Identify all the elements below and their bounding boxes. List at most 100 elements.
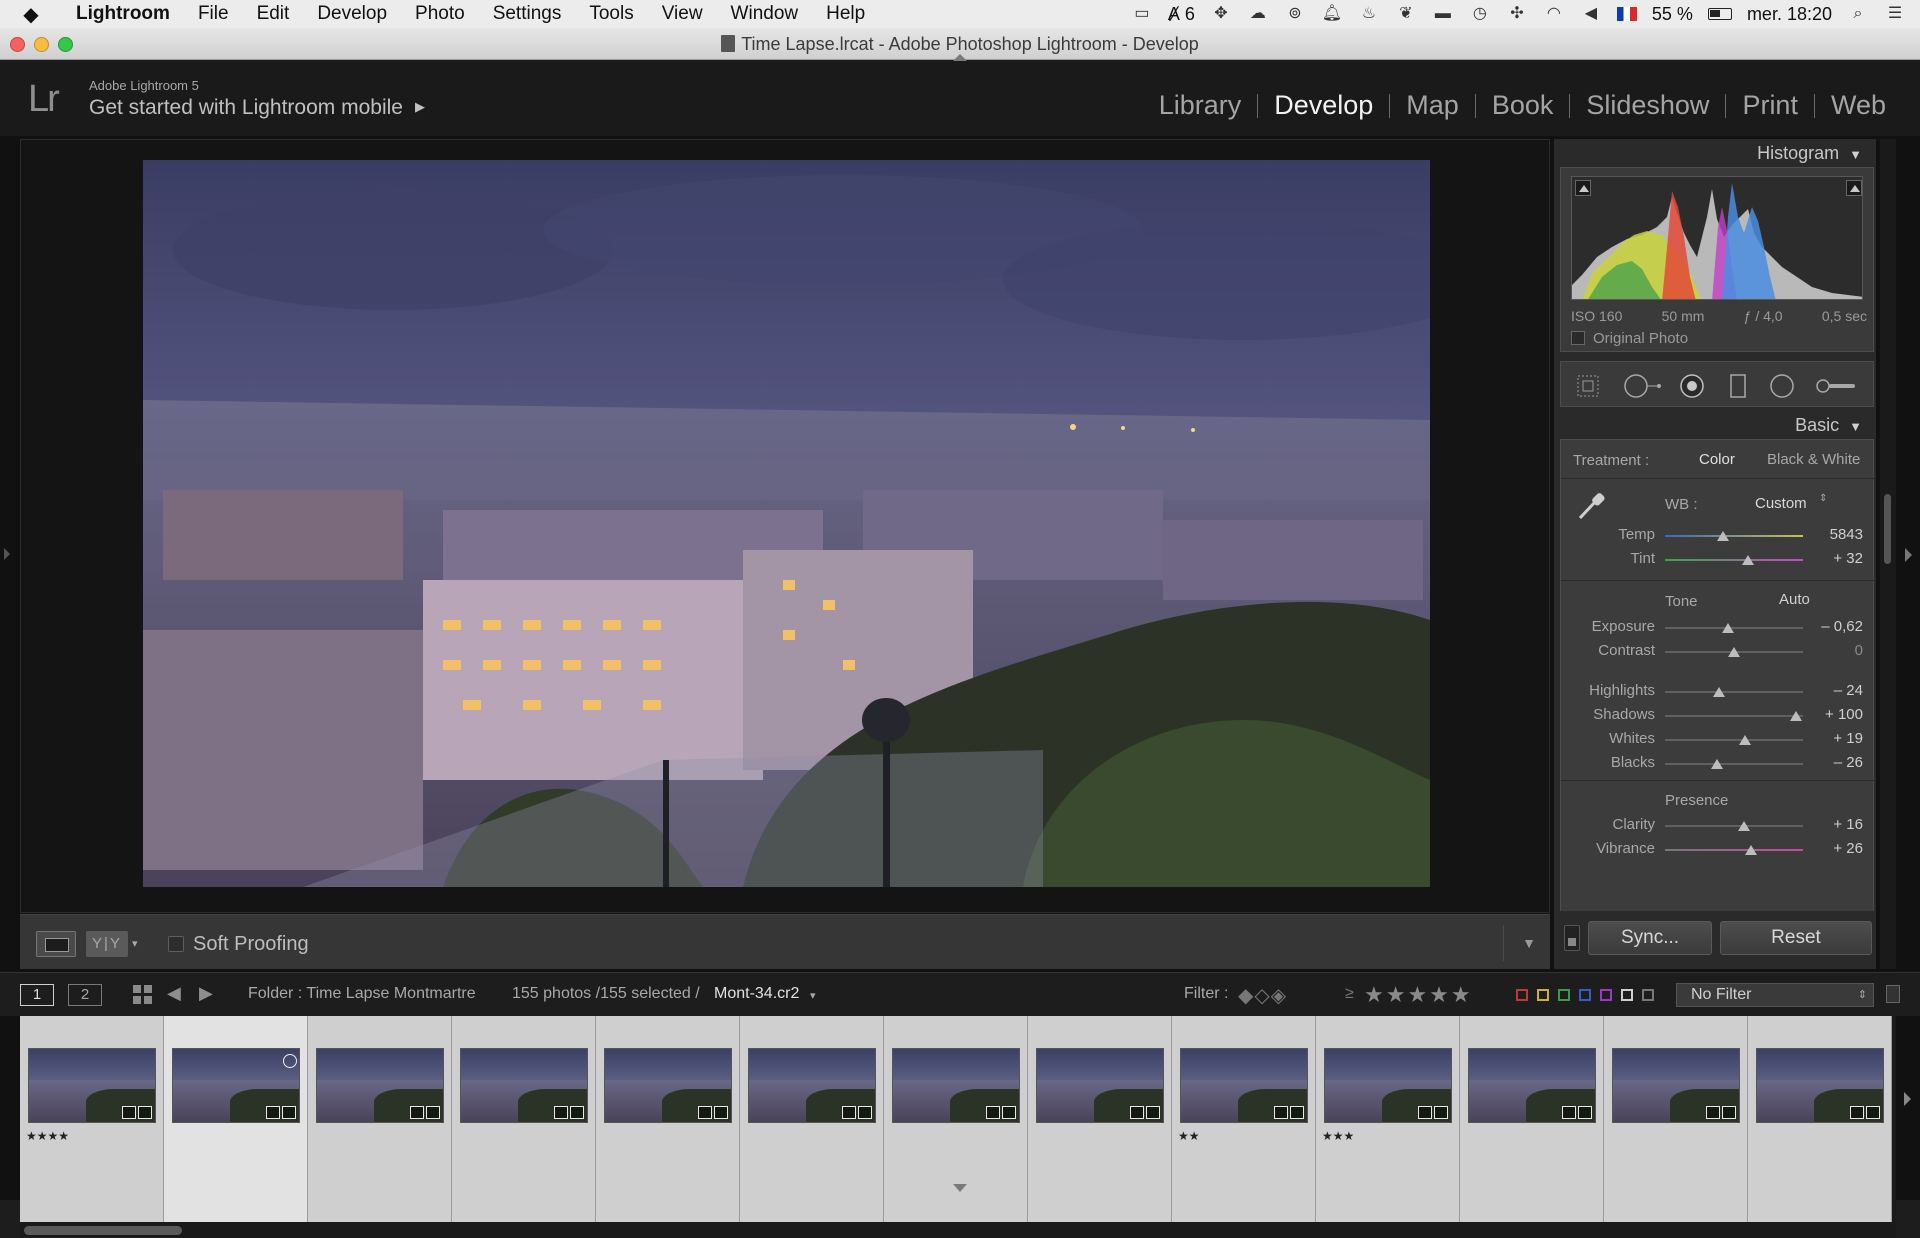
filmstrip-scroll-right-icon[interactable]: [1904, 1092, 1911, 1106]
contrast-value[interactable]: 0: [1803, 642, 1863, 659]
loupe-view-button[interactable]: [36, 931, 76, 957]
top-panel-toggle-icon[interactable]: [953, 54, 967, 61]
folder-source[interactable]: Folder : Time Lapse Montmartre: [248, 985, 476, 1003]
exposure-value[interactable]: – 0,62: [1803, 618, 1863, 635]
no-label-filter[interactable]: [1642, 989, 1654, 1001]
filmstrip-cell[interactable]: [1604, 1016, 1748, 1222]
flag-filter-icons[interactable]: ◆◇◈: [1238, 983, 1287, 1008]
shadow-clipping-toggle[interactable]: [1575, 180, 1591, 196]
eyedropper-icon[interactable]: [1575, 490, 1607, 522]
filmstrip-thumbnail[interactable]: [1612, 1048, 1740, 1123]
vibrance-slider-knob[interactable]: [1744, 845, 1757, 855]
vibrance-value[interactable]: + 26: [1803, 840, 1863, 857]
clock-icon[interactable]: ◷: [1469, 5, 1491, 23]
filter-lock-icon[interactable]: [1886, 985, 1900, 1003]
filmstrip-cell[interactable]: [308, 1016, 452, 1222]
bell-icon[interactable]: 🔔︎: [1321, 5, 1343, 23]
back-arrow-icon[interactable]: ◀: [167, 983, 181, 1004]
shadows-slider-track[interactable]: [1665, 715, 1803, 717]
module-develop[interactable]: Develop: [1258, 90, 1389, 121]
highlights-slider-track[interactable]: [1665, 691, 1803, 693]
adobe-icon[interactable]: Ⱥ 6: [1168, 4, 1195, 25]
filmstrip-thumbnail[interactable]: [28, 1048, 156, 1123]
filmstrip-thumbnail[interactable]: [1468, 1048, 1596, 1123]
tint-slider-knob[interactable]: [1741, 555, 1754, 565]
filmstrip-cell[interactable]: ★★: [1172, 1016, 1316, 1222]
filmstrip-cell[interactable]: [1460, 1016, 1604, 1222]
close-window-button[interactable]: [10, 37, 25, 52]
battery-icon[interactable]: [1707, 8, 1732, 20]
wb-select[interactable]: Custom: [1755, 495, 1807, 512]
battery-text[interactable]: 55 %: [1652, 4, 1693, 25]
menu-edit[interactable]: Edit: [243, 3, 304, 25]
evernote-icon[interactable]: ❦: [1395, 5, 1417, 23]
shadows-value[interactable]: + 100: [1803, 706, 1863, 723]
contrast-slider-knob[interactable]: [1728, 647, 1740, 657]
filmstrip-cell[interactable]: [1028, 1016, 1172, 1222]
menu-app[interactable]: Lightroom: [62, 3, 184, 25]
left-panel-toggle-icon[interactable]: [4, 548, 10, 560]
tint-slider-track[interactable]: [1665, 559, 1803, 561]
redeye-icon[interactable]: [1679, 373, 1705, 399]
exposure-slider-knob[interactable]: [1722, 623, 1735, 633]
yellow-label-filter[interactable]: [1537, 989, 1549, 1001]
menu-tools[interactable]: Tools: [575, 3, 647, 25]
blacks-slider-track[interactable]: [1665, 763, 1803, 765]
filmstrip-thumbnail[interactable]: [604, 1048, 732, 1123]
scrollbar-thumb[interactable]: [24, 1226, 182, 1235]
sync-button[interactable]: Sync...: [1588, 921, 1712, 955]
right-panel-scrollbar[interactable]: [1880, 139, 1896, 969]
adjustment-brush-icon[interactable]: [1815, 373, 1859, 399]
original-photo-checkbox[interactable]: [1571, 331, 1585, 345]
filmstrip-thumbnail[interactable]: [892, 1048, 1020, 1123]
flame-icon[interactable]: ♨: [1358, 5, 1380, 23]
histogram-chart[interactable]: [1571, 176, 1863, 300]
radial-filter-icon[interactable]: [1769, 373, 1795, 399]
whites-value[interactable]: + 19: [1803, 730, 1863, 747]
module-book[interactable]: Book: [1476, 90, 1570, 121]
temp-slider-knob[interactable]: [1716, 531, 1729, 541]
before-after-button[interactable]: Y|Y: [86, 931, 128, 957]
vibrance-slider-track[interactable]: [1665, 849, 1803, 851]
module-map[interactable]: Map: [1390, 90, 1475, 121]
filmstrip-cell[interactable]: ★★★★: [20, 1016, 164, 1222]
whites-slider-knob[interactable]: [1739, 735, 1752, 745]
temp-slider-track[interactable]: [1665, 535, 1803, 537]
clock-text[interactable]: mer. 18:20: [1747, 4, 1832, 25]
filmstrip-thumbnail[interactable]: [1036, 1048, 1164, 1123]
histogram-header[interactable]: Histogram ▼: [1554, 139, 1876, 167]
menu-window[interactable]: Window: [717, 3, 813, 25]
sync-icon[interactable]: ⊚: [1284, 5, 1306, 23]
filmstrip-scrollbar[interactable]: [20, 1222, 1896, 1238]
forward-arrow-icon[interactable]: ▶: [199, 983, 213, 1004]
menu-help[interactable]: Help: [812, 3, 879, 25]
zoom-window-button[interactable]: [58, 37, 73, 52]
shadows-slider-knob[interactable]: [1790, 711, 1803, 721]
primary-window-button[interactable]: 1: [20, 984, 54, 1006]
right-panel-toggle-icon[interactable]: [1905, 548, 1912, 562]
rating-filter-stars[interactable]: ★★★★★: [1364, 982, 1473, 1008]
filmstrip-thumbnail[interactable]: [172, 1048, 300, 1123]
tone-auto-button[interactable]: Auto: [1779, 591, 1810, 608]
clarity-slider-knob[interactable]: [1737, 821, 1750, 831]
apple-icon[interactable]: ◆: [0, 2, 62, 27]
collapse-icon[interactable]: ▼: [1849, 419, 1862, 434]
filmstrip-thumbnail[interactable]: [1180, 1048, 1308, 1123]
filmstrip-thumbnail[interactable]: [1756, 1048, 1884, 1123]
clarity-slider-track[interactable]: [1665, 825, 1803, 827]
reset-button[interactable]: Reset: [1720, 921, 1872, 955]
folder-icon[interactable]: ▬: [1432, 5, 1454, 23]
spot-removal-icon[interactable]: [1623, 373, 1663, 399]
highlights-slider-knob[interactable]: [1712, 687, 1725, 697]
filter-preset-select[interactable]: No Filter ⇕: [1676, 983, 1874, 1007]
toolbar-menu-icon[interactable]: ▼: [1522, 935, 1536, 951]
cloud-icon[interactable]: ☁: [1247, 5, 1269, 23]
treatment-color-option[interactable]: Color: [1699, 451, 1735, 468]
filmstrip-cell[interactable]: [1748, 1016, 1892, 1222]
filmstrip-cell[interactable]: [596, 1016, 740, 1222]
filmstrip-cell[interactable]: [164, 1016, 308, 1222]
filmstrip-thumbnail[interactable]: [316, 1048, 444, 1123]
filmstrip-thumbnail[interactable]: [748, 1048, 876, 1123]
filmstrip-cell[interactable]: [452, 1016, 596, 1222]
module-print[interactable]: Print: [1726, 90, 1814, 121]
